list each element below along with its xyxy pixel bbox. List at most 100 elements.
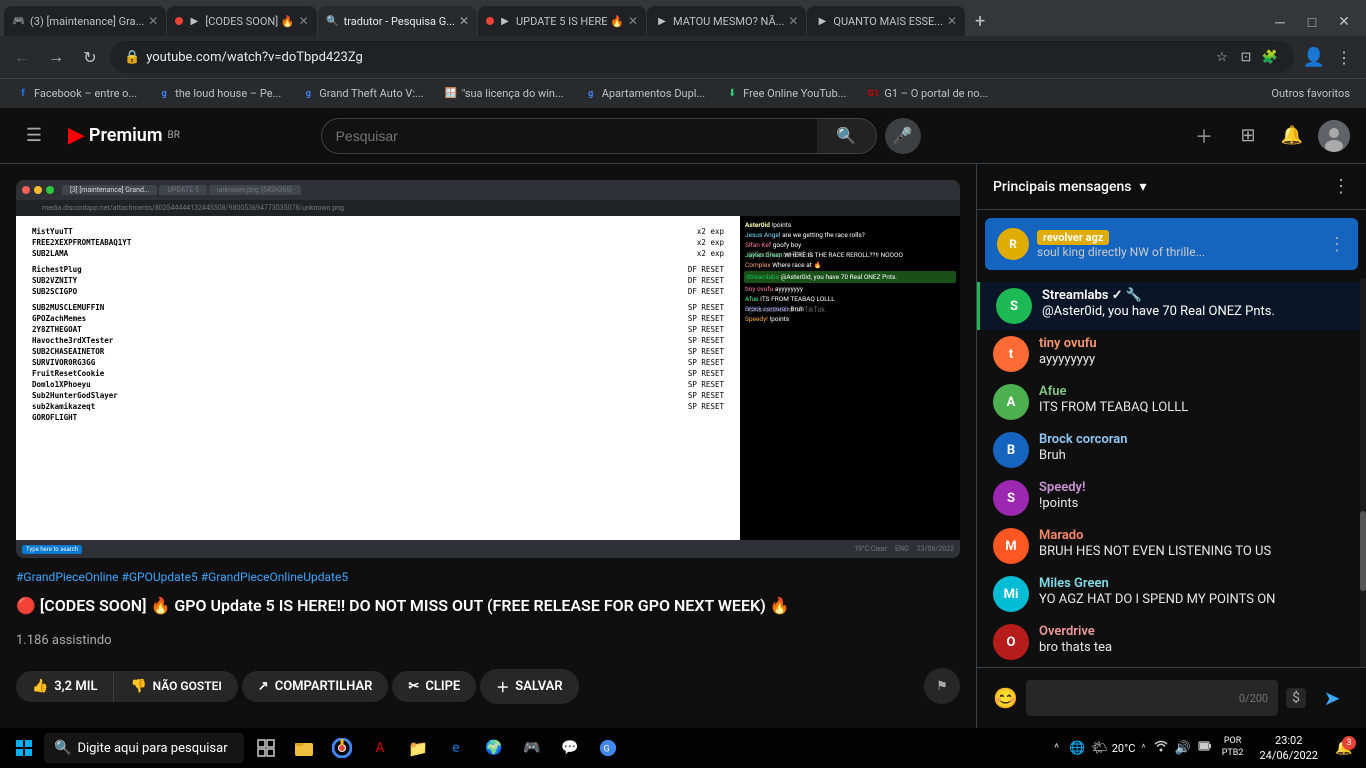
minimize-button[interactable]: ─ [1266, 8, 1294, 36]
extensions-icon[interactable]: 🧩 [1260, 47, 1280, 67]
chat-body-speedy: Speedy! !points [1039, 480, 1350, 513]
bookmarks-bar: f Facebook – entre o... g the loud house… [0, 78, 1366, 108]
chat-header: Principais mensagens ▾ ⋮ [977, 164, 1366, 210]
weather-icon: 🌤 [1089, 739, 1110, 758]
youtube-logo[interactable]: ▶ Premium BR [68, 123, 180, 148]
pinned-message[interactable]: R revolver agz soul king directly NW of … [985, 218, 1358, 270]
language-display[interactable]: POR PTB2 [1218, 736, 1248, 759]
tab-1-title: (3) [maintenance] Gra... [30, 15, 144, 28]
like-button[interactable]: 👍 3,2 MIL [16, 671, 114, 702]
acrobat-taskbar-icon[interactable]: A [362, 730, 398, 766]
notifications-button-taskbar[interactable]: 🔔 3 [1330, 734, 1358, 762]
send-button[interactable]: ➤ [1314, 680, 1350, 716]
dollar-button[interactable]: $ [1286, 688, 1306, 708]
video-stats-row: 1.186 assistindo [16, 633, 960, 648]
more-menu-button[interactable]: ⋮ [1330, 43, 1358, 71]
chat-header-title[interactable]: Principais mensagens ▾ [993, 179, 1147, 195]
notifications-button[interactable]: 🔔 [1274, 118, 1310, 154]
save-button[interactable]: ＋ SALVAR [480, 669, 578, 704]
volume-icon[interactable]: 🔊 [1173, 739, 1193, 758]
youtube-header: ☰ ▶ Premium BR 🔍 🎤 ＋ ⊞ 🔔 [0, 108, 1366, 164]
profile-icon[interactable]: 👤 [1300, 43, 1328, 71]
tab-3-close[interactable]: ✕ [459, 14, 469, 28]
bookmark-facebook[interactable]: f Facebook – entre o... [8, 85, 145, 103]
edge-taskbar-icon[interactable]: e [438, 730, 474, 766]
search-button[interactable]: 🔍 [817, 118, 877, 154]
report-button[interactable]: ⚑ [924, 668, 960, 704]
refresh-button[interactable]: ↻ [76, 43, 104, 71]
tab-2[interactable]: ▶ [CODES SOON] 🔥 ✕ [167, 6, 316, 36]
url-bar[interactable]: 🔒 youtube.com/watch?v=doTbpd423Zg ☆ ⊡ 🧩 [110, 41, 1294, 73]
show-hidden-icons-button[interactable]: ^ [1050, 737, 1063, 759]
cast-icon[interactable]: ⊡ [1236, 47, 1256, 67]
chat-text-marado: BRUH HES NOT EVEN LISTENING TO US [1039, 543, 1350, 561]
bookmark-loud-house[interactable]: g the loud house – Pe... [149, 85, 289, 103]
share-button[interactable]: ↗ COMPARTILHAR [242, 671, 389, 702]
task-view-button[interactable] [248, 730, 284, 766]
voice-search-button[interactable]: 🎤 [885, 118, 921, 154]
chat-username-streamlabs-1: Streamlabs ✓ 🔧 [1042, 288, 1142, 303]
hamburger-menu[interactable]: ☰ [16, 118, 52, 154]
bookmark-star-icon[interactable]: ☆ [1212, 47, 1232, 67]
chrome-taskbar-icon[interactable] [324, 730, 360, 766]
browser-actions: 👤 ⋮ [1300, 43, 1358, 71]
tab-1[interactable]: 🎮 (3) [maintenance] Gra... ✕ [4, 6, 166, 36]
chat-text-afue: ITS FROM TEABAQ LOLLL [1039, 399, 1350, 417]
taskbar-search-box[interactable]: 🔍 Digite aqui para pesquisar [44, 733, 244, 763]
chat-scrollbar-track[interactable] [1360, 278, 1366, 667]
file-explorer-taskbar-icon[interactable] [286, 730, 322, 766]
taskbar-expand-button[interactable]: ^ [1139, 741, 1147, 756]
network-status-icon[interactable] [1152, 737, 1170, 759]
create-button[interactable]: ＋ [1186, 118, 1222, 154]
tab-5-close[interactable]: ✕ [788, 14, 798, 28]
game-taskbar-icon[interactable]: 🎮 [514, 730, 550, 766]
battery-icon[interactable] [1196, 737, 1214, 759]
chat-more-button[interactable]: ⋮ [1332, 176, 1350, 197]
search-input[interactable] [321, 118, 817, 154]
tab-4[interactable]: ▶ UPDATE 5 IS HERE 🔥 ✕ [478, 6, 646, 36]
tab-3[interactable]: 🔍 tradutor - Pesquisa G... ✕ [318, 6, 477, 36]
chat-input-area: 😊 0/200 $ ➤ [977, 667, 1366, 728]
bookmark-windows[interactable]: 🪟 "sua licença do win... [436, 85, 572, 103]
emoji-button[interactable]: 😊 [993, 686, 1018, 710]
pinned-more-button[interactable]: ⋮ [1328, 234, 1346, 255]
chrome-taskbar-icon-2[interactable]: G [590, 730, 626, 766]
thumbs-up-icon: 👍 [32, 679, 48, 694]
tab-1-close[interactable]: ✕ [148, 14, 158, 28]
tab-bar: 🎮 (3) [maintenance] Gra... ✕ ▶ [CODES SO… [0, 0, 1366, 36]
time-display: 23:02 [1259, 733, 1318, 748]
windows-start-button[interactable] [8, 732, 40, 764]
pinned-avatar-text: R [1009, 237, 1017, 251]
video-player: [3] [maintenance] Grand... UPDATE 5 unkn… [16, 180, 960, 558]
tab-4-close[interactable]: ✕ [628, 14, 638, 28]
maximize-button[interactable]: □ [1298, 8, 1326, 36]
bookmark-apartments[interactable]: g Apartamentos Dupl... [576, 85, 713, 103]
chat-message-speedy: S Speedy! !points [977, 474, 1366, 522]
bookmark-gta[interactable]: g Grand Theft Auto V:... [293, 85, 431, 103]
tab-6[interactable]: ▶ QUANTO MAIS ESSE... ✕ [807, 6, 965, 36]
bookmark-g1[interactable]: G1 G1 – O portal de no... [858, 85, 996, 103]
tab-2-close[interactable]: ✕ [299, 14, 309, 28]
bookmarks-more-button[interactable]: Outros favoritos [1263, 85, 1358, 102]
tab-6-close[interactable]: ✕ [947, 14, 957, 28]
apps-button[interactable]: ⊞ [1230, 118, 1266, 154]
chat-input-box[interactable]: 0/200 [1026, 680, 1278, 716]
taskbar-clock[interactable]: 23:02 24/06/2022 [1251, 733, 1326, 764]
back-button[interactable]: ← [8, 43, 36, 71]
network-icon[interactable]: 🌐 [1067, 739, 1087, 758]
folder-taskbar-icon[interactable]: 📁 [400, 730, 436, 766]
messenger-taskbar-icon[interactable]: 💬 [552, 730, 588, 766]
dislike-button[interactable]: 👎 NÃO GOSTEI [114, 671, 237, 702]
forward-button[interactable]: → [42, 43, 70, 71]
user-avatar[interactable] [1318, 120, 1350, 152]
new-tab-button[interactable]: + [966, 6, 994, 36]
bookmark-g1-label: G1 – O portal de no... [884, 87, 988, 100]
youtube-region-badge: BR [167, 130, 179, 141]
hashtags[interactable]: #GrandPieceOnline #GPOUpdate5 #GrandPiec… [16, 570, 960, 584]
clip-button[interactable]: ✂ CLIPE [392, 671, 476, 702]
firefox-taskbar-icon[interactable]: 🌍 [476, 730, 512, 766]
tab-5[interactable]: ▶ MATOU MESMO? NÃ... ✕ [647, 6, 806, 36]
chat-scrollbar-thumb[interactable] [1360, 511, 1366, 591]
close-button[interactable]: ✕ [1330, 8, 1358, 36]
bookmark-youtube-dl[interactable]: ⬇ Free Online YouTub... [717, 85, 854, 103]
